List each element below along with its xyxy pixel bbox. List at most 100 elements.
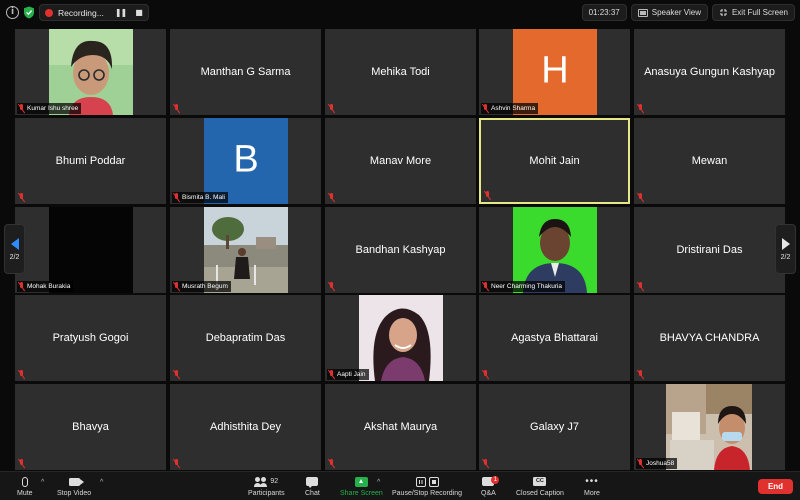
participant-caption: Aapti Jain [327,369,369,380]
closed-caption-button[interactable]: CC Closed Caption [516,474,564,497]
participant-caption: Bismita B. Mali [172,192,228,203]
speaker-view-icon [637,8,648,17]
participant-tile[interactable]: Pratyush Gogoi [15,295,166,381]
muted-mic-icon [18,459,25,468]
stop-recording-icon[interactable]: ■ [135,8,143,17]
muted-mic-icon [482,459,489,468]
page-indicator: 2/2 [9,253,20,261]
participant-name: Mohit Jain [529,155,580,167]
participant-caption [17,369,28,380]
participant-tile[interactable]: Bhumi Poddar [15,118,166,204]
next-page-button[interactable]: 2/2 [775,224,796,274]
participant-caption [17,192,28,203]
participant-tile[interactable]: H Ashvin Sharma [479,29,630,115]
participant-name: Bhumi Poddar [55,155,126,167]
shield-icon[interactable] [23,6,35,19]
avatar-letter: H [541,49,569,92]
participant-tile[interactable]: Neer Charming Thakuria [479,207,630,293]
participant-caption: Joshua58 [636,458,678,469]
participant-caption [172,103,183,114]
share-options-chevron-icon[interactable]: ^ [377,479,380,486]
muted-mic-icon [637,370,644,379]
participant-tile[interactable]: Anasuya Gungun Kashyap [634,29,785,115]
exit-fullscreen-icon [719,9,727,16]
participant-gallery: Kumar Ishu shree Manthan G Sarma Mehika … [15,29,785,470]
participant-tile[interactable]: Adhisthita Dey [170,384,321,470]
participant-tile[interactable]: Galaxy J7 [479,384,630,470]
recording-label: Recording... [58,7,104,18]
muted-mic-icon [482,104,489,113]
more-button[interactable]: ••• More [584,474,600,497]
participant-caption [172,458,183,469]
chevron-right-icon [781,237,790,250]
participant-tile[interactable]: Agastya Bhattarai [479,295,630,381]
participant-tile[interactable]: Akshat Maurya [325,384,476,470]
participant-tile[interactable]: BHAVYA CHANDRA [634,295,785,381]
meeting-toolbar: Mute ^ Stop Video ^ 92 Participants Chat… [0,471,800,500]
stop-icon [428,476,439,487]
mute-button[interactable]: Mute [17,474,33,497]
chat-label: Chat [305,490,320,497]
top-right-controls: 01:23:37 Speaker View Exit Full Screen [581,4,795,21]
participant-caption: Mohak Burakia [17,281,74,292]
participants-count: 92 [270,478,279,485]
avatar-letter: B [233,138,259,181]
qa-icon: 1 [482,476,500,486]
recording-dot-icon [45,8,53,17]
active-speaker-tile[interactable]: Mohit Jain [479,118,630,204]
pause-recording-icon[interactable]: ❚❚ [115,8,127,17]
meeting-timer: 01:23:37 [581,4,627,21]
participant-tile[interactable]: Dristirani Das [634,207,785,293]
chat-button[interactable]: Chat [305,474,320,497]
participant-tile[interactable]: Bandhan Kashyap [325,207,476,293]
more-dots-icon: ••• [585,475,599,487]
participant-tile[interactable]: Manthan G Sarma [170,29,321,115]
participant-caption-name: Ashvin Sharma [491,105,536,112]
muted-mic-icon [18,104,25,113]
closed-caption-label: Closed Caption [516,490,564,497]
participant-tile[interactable]: Kumar Ishu shree [15,29,166,115]
stop-video-button[interactable]: Stop Video [57,474,91,497]
muted-mic-icon [637,193,644,202]
participant-tile[interactable]: Debapratim Das [170,295,321,381]
exit-fullscreen-label: Exit Full Screen [731,8,788,17]
qa-notification-badge: 1 [491,476,500,484]
participant-tile[interactable]: Mehika Todi [325,29,476,115]
end-meeting-button[interactable]: End [758,479,793,494]
video-options-chevron-icon[interactable]: ^ [100,479,103,486]
participant-tile[interactable]: Musrath Begum [170,207,321,293]
participant-caption: Ashvin Sharma [481,103,539,114]
speaker-view-button[interactable]: Speaker View [630,4,708,21]
participant-caption [481,369,492,380]
speaker-view-label: Speaker View [651,8,701,17]
participant-video [359,295,443,381]
participant-tile[interactable]: Aapti Jain [325,295,476,381]
stop-video-label: Stop Video [57,490,92,497]
muted-mic-icon [18,370,25,379]
muted-mic-icon [637,459,644,468]
participant-tile[interactable]: Bhavya [15,384,166,470]
participant-tile[interactable]: Mewan [634,118,785,204]
info-icon[interactable]: i [6,6,19,19]
participant-name: Adhisthita Dey [210,421,281,433]
previous-page-button[interactable]: 2/2 [4,224,25,274]
participant-tile[interactable]: Manav More [325,118,476,204]
participant-video [666,384,752,470]
participant-name: Anasuya Gungun Kashyap [644,66,775,78]
participant-tile[interactable]: B Bismita B. Mali [170,118,321,204]
participants-button[interactable]: 92 Participants [248,474,285,497]
muted-mic-icon [18,282,25,291]
chat-bubble-icon [306,477,319,488]
muted-mic-icon [328,370,335,379]
pause-stop-recording-button[interactable]: Pause/Stop Recording [392,474,462,497]
audio-options-chevron-icon[interactable]: ^ [41,479,44,486]
participant-name: Manthan G Sarma [200,66,291,78]
participant-tile[interactable]: Joshua58 [634,384,785,470]
participant-name: Pratyush Gogoi [52,332,129,344]
exit-fullscreen-button[interactable]: Exit Full Screen [711,4,795,21]
participant-name: BHAVYA CHANDRA [659,332,760,344]
qa-label: Q&A [481,490,496,497]
qa-button[interactable]: 1 Q&A [481,474,500,497]
share-screen-label: Share Screen [340,490,383,497]
participant-tile[interactable]: Mohak Burakia [15,207,166,293]
